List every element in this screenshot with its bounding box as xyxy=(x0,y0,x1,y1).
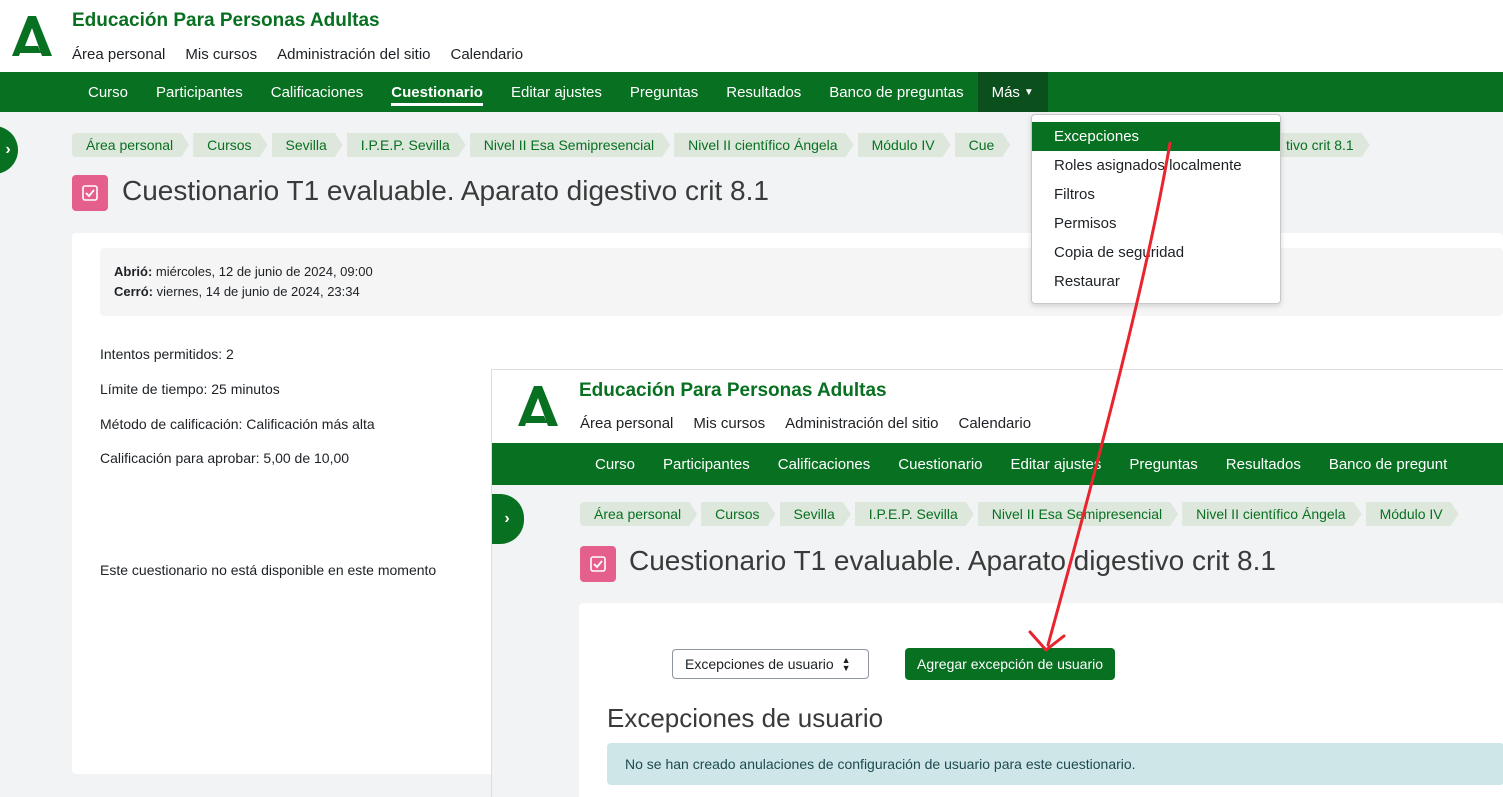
header: Educación Para Personas Adultas Área per… xyxy=(0,0,1503,72)
closed-label: Cerró: xyxy=(114,284,154,299)
tab-calificaciones[interactable]: Calificaciones xyxy=(257,72,378,112)
opened-label: Abrió: xyxy=(114,264,153,279)
pass-grade: Calificación para aprobar: 5,00 de 10,00 xyxy=(100,450,350,466)
secondary-navigation: Curso Participantes Calificaciones Cuest… xyxy=(0,72,1503,112)
inset-crumb-cursos[interactable]: Cursos xyxy=(701,502,775,526)
no-overrides-alert: No se han creado anulaciones de configur… xyxy=(607,743,1503,785)
inset-page-title: Cuestionario T1 evaluable. Aparato diges… xyxy=(629,545,1276,576)
inset-drawer-toggle-button[interactable]: › xyxy=(492,494,524,544)
menu-item-excepciones[interactable]: Excepciones xyxy=(1032,122,1280,151)
inset-breadcrumb: Área personal Cursos Sevilla I.P.E.P. Se… xyxy=(580,502,1459,526)
junta-andalucia-logo[interactable] xyxy=(8,12,56,60)
inset-crumb-sevilla[interactable]: Sevilla xyxy=(780,502,851,526)
tab-participantes[interactable]: Participantes xyxy=(142,72,257,112)
inset-tab-preguntas[interactable]: Preguntas xyxy=(1115,443,1211,485)
more-dropdown-menu: Excepciones Roles asignados localmente F… xyxy=(1031,114,1281,304)
site-title[interactable]: Educación Para Personas Adultas xyxy=(72,10,380,32)
breadcrumb: Área personal Cursos Sevilla I.P.E.P. Se… xyxy=(72,133,1010,157)
menu-item-roles-asignados[interactable]: Roles asignados localmente xyxy=(1032,151,1280,180)
topnav-administracion[interactable]: Administración del sitio xyxy=(277,46,430,63)
inset-topnav-calendario[interactable]: Calendario xyxy=(959,415,1032,432)
tab-editar-ajustes[interactable]: Editar ajustes xyxy=(497,72,616,112)
inset-tab-participantes[interactable]: Participantes xyxy=(649,443,764,485)
crumb-cuestionario[interactable]: Cue xyxy=(955,133,1011,157)
attempts-allowed: Intentos permitidos: 2 xyxy=(100,346,234,362)
inset-header: Educación Para Personas Adultas Área per… xyxy=(492,370,1503,443)
menu-item-filtros[interactable]: Filtros xyxy=(1032,180,1280,209)
opened-value: miércoles, 12 de junio de 2024, 09:00 xyxy=(152,264,373,279)
inset-tab-calificaciones[interactable]: Calificaciones xyxy=(764,443,885,485)
inset-tab-editar-ajustes[interactable]: Editar ajustes xyxy=(997,443,1116,485)
chevron-down-icon: ▼ xyxy=(1023,86,1034,98)
crumb-ipep-sevilla[interactable]: I.P.E.P. Sevilla xyxy=(347,133,466,157)
inset-crumb-modulo[interactable]: Módulo IV xyxy=(1366,502,1459,526)
drawer-toggle-button[interactable]: › xyxy=(0,126,18,174)
topnav-calendario[interactable]: Calendario xyxy=(451,46,524,63)
inset-chevron-right-icon: › xyxy=(504,510,510,527)
inset-crumb-ipep-sevilla[interactable]: I.P.E.P. Sevilla xyxy=(855,502,974,526)
quiz-icon xyxy=(72,175,108,211)
menu-item-copia-seguridad[interactable]: Copia de seguridad xyxy=(1032,238,1280,267)
inset-topnav-administracion[interactable]: Administración del sitio xyxy=(785,415,938,432)
tab-preguntas[interactable]: Preguntas xyxy=(616,72,712,112)
inset-crumb-nivel-cientifico[interactable]: Nivel II científico Ángela xyxy=(1182,502,1361,526)
time-limit: Límite de tiempo: 25 minutos xyxy=(100,381,280,397)
exceptions-type-select[interactable]: Excepciones de usuario ▲ ▼ xyxy=(672,649,869,679)
top-navigation: Área personal Mis cursos Administración … xyxy=(72,46,523,63)
tab-cuestionario[interactable]: Cuestionario xyxy=(377,72,497,112)
crumb-nivel-esa[interactable]: Nivel II Esa Semipresencial xyxy=(470,133,670,157)
inset-screenshot: Educación Para Personas Adultas Área per… xyxy=(491,369,1503,797)
inset-tab-cuestionario[interactable]: Cuestionario xyxy=(884,443,996,485)
topnav-area-personal[interactable]: Área personal xyxy=(72,46,165,63)
inset-site-title[interactable]: Educación Para Personas Adultas xyxy=(579,380,887,402)
add-user-exception-button[interactable]: Agregar excepción de usuario xyxy=(905,648,1116,680)
inset-topnav-area-personal[interactable]: Área personal xyxy=(580,415,673,432)
inset-topnav-mis-cursos[interactable]: Mis cursos xyxy=(693,415,765,432)
topnav-mis-cursos[interactable]: Mis cursos xyxy=(185,46,257,63)
inset-quiz-icon xyxy=(580,546,616,582)
crumb-nivel-cientifico[interactable]: Nivel II científico Ángela xyxy=(674,133,853,157)
user-exceptions-heading: Excepciones de usuario xyxy=(607,703,884,733)
chevron-right-icon: › xyxy=(5,141,11,158)
page-title: Cuestionario T1 evaluable. Aparato diges… xyxy=(122,175,769,206)
inset-tab-curso[interactable]: Curso xyxy=(581,443,649,485)
crumb-cuestionario-end[interactable]: tivo crit 8.1 xyxy=(1272,133,1370,157)
menu-item-restaurar[interactable]: Restaurar xyxy=(1032,267,1280,296)
unavailable-notice: Este cuestionario no está disponible en … xyxy=(100,562,437,578)
tab-banco-preguntas[interactable]: Banco de preguntas xyxy=(815,72,977,112)
crumb-sevilla[interactable]: Sevilla xyxy=(272,133,343,157)
inset-top-navigation: Área personal Mis cursos Administración … xyxy=(580,415,1031,432)
inset-tab-banco-preguntas[interactable]: Banco de pregunt xyxy=(1315,443,1461,485)
tab-resultados[interactable]: Resultados xyxy=(712,72,815,112)
tab-mas-label: Más xyxy=(991,83,1020,101)
inset-crumb-area-personal[interactable]: Área personal xyxy=(580,502,697,526)
crumb-modulo[interactable]: Módulo IV xyxy=(858,133,951,157)
menu-item-permisos[interactable]: Permisos xyxy=(1032,209,1280,238)
inset-logo[interactable] xyxy=(514,382,562,430)
inset-tab-resultados[interactable]: Resultados xyxy=(1212,443,1315,485)
exceptions-type-select-value: Excepciones de usuario xyxy=(685,656,834,672)
crumb-area-personal[interactable]: Área personal xyxy=(72,133,189,157)
select-arrows-icon: ▲ ▼ xyxy=(841,655,851,673)
inset-secondary-navigation: Curso Participantes Calificaciones Cuest… xyxy=(492,443,1503,485)
tab-mas[interactable]: Más ▼ xyxy=(977,72,1048,112)
quiz-dates: Abrió: miércoles, 12 de junio de 2024, 0… xyxy=(100,248,1503,316)
tab-curso[interactable]: Curso xyxy=(74,72,142,112)
crumb-cursos[interactable]: Cursos xyxy=(193,133,267,157)
closed-value: viernes, 14 de junio de 2024, 23:34 xyxy=(153,284,360,299)
inset-crumb-nivel-esa[interactable]: Nivel II Esa Semipresencial xyxy=(978,502,1178,526)
grading-method: Método de calificación: Calificación más… xyxy=(100,416,375,432)
